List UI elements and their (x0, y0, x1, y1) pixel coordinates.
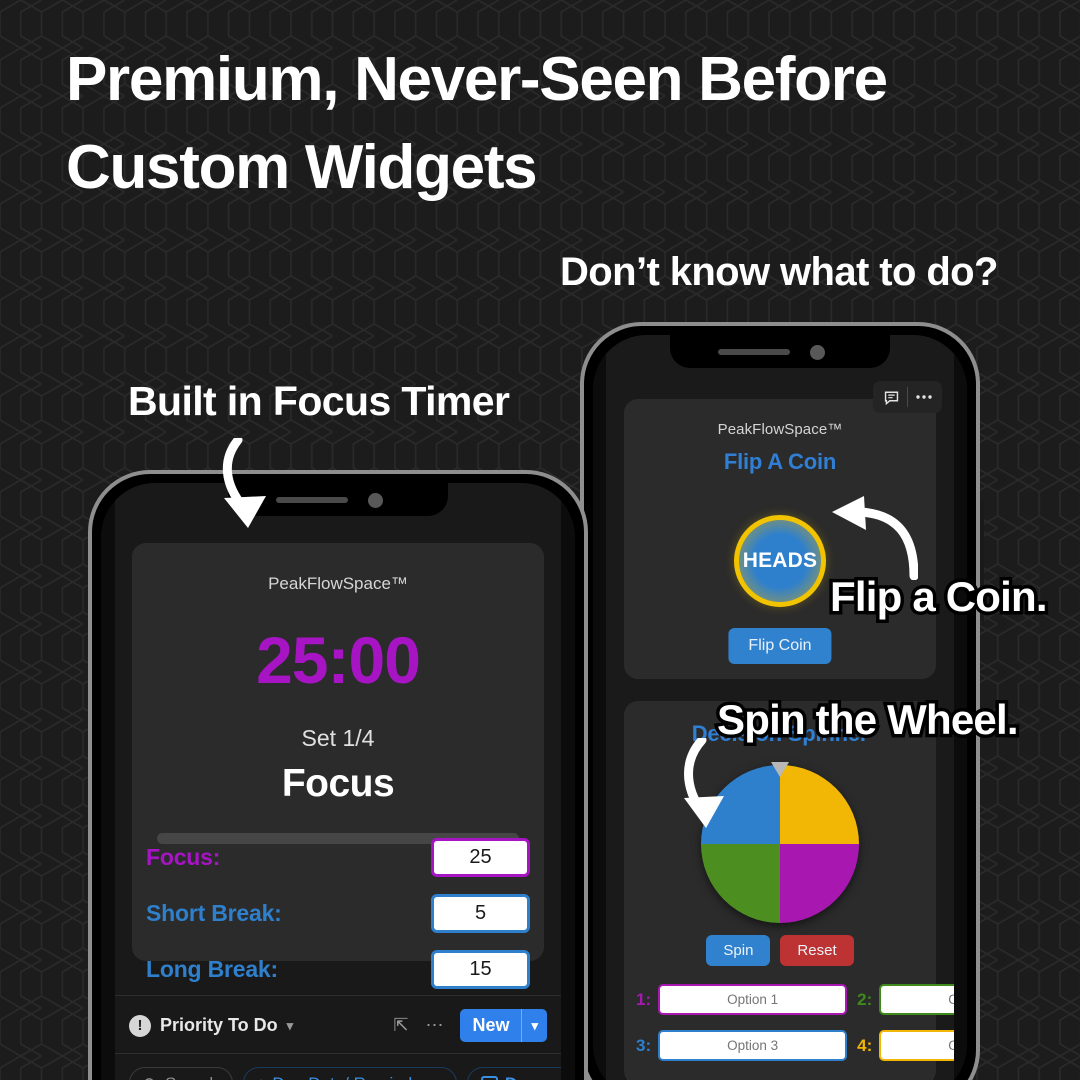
setting-input-short-break[interactable] (431, 894, 530, 933)
done-filter-value: : Unchecked (554, 1074, 561, 1080)
more-options-icon[interactable]: ⋯ (425, 1015, 443, 1036)
search-label: Search (165, 1074, 219, 1080)
earpiece-speaker (276, 497, 348, 503)
callout-spin-the-wheel: Spin the Wheel. (714, 693, 1022, 747)
spinner-option-row: 4: (857, 1030, 954, 1061)
more-options-icon[interactable] (908, 384, 940, 410)
new-button[interactable]: New (460, 1009, 521, 1042)
setting-input-long-break[interactable] (431, 950, 530, 989)
sort-filter-label: Due Date/ Reminder (272, 1074, 427, 1080)
arrow-to-wheel-icon (684, 738, 724, 828)
spinner-option-row: 3: (636, 1030, 848, 1061)
spinner-option-row: 1: (636, 984, 848, 1015)
phone-bezel: PeakFlowSpace™ 25:00 Set 1/4 Focus Focus… (88, 470, 588, 1080)
setting-row-short-break: Short Break: (115, 894, 561, 933)
option-input-3[interactable] (658, 1030, 848, 1061)
arrow-down-icon: ↓ (257, 1074, 266, 1080)
spin-button[interactable]: Spin (706, 935, 771, 966)
headline-line-1: Premium, Never-Seen Before (66, 45, 888, 114)
coin-graphic[interactable]: HEADS (734, 515, 826, 607)
sort-filter-due-date[interactable]: ↓ Due Date/ Reminder ▾ (242, 1067, 457, 1080)
page-title: Premium, Never-Seen Before Custom Widget… (66, 36, 1026, 212)
phone-mockup-focus-timer: PeakFlowSpace™ 25:00 Set 1/4 Focus Focus… (88, 470, 588, 1080)
phone-body: PeakFlowSpace™ 25:00 Set 1/4 Focus Focus… (101, 483, 575, 1080)
database-header: ! Priority To Do ▾ ⇱ ⋯ New ▾ (115, 996, 561, 1054)
front-camera (368, 493, 383, 508)
screen-topbar (873, 381, 942, 413)
callout-flip-a-coin: Flip a Coin. (827, 570, 1052, 624)
done-filter-key: Done (505, 1074, 548, 1080)
search-icon (144, 1077, 154, 1080)
phone-notch (670, 335, 890, 368)
timer-set-counter: Set 1/4 (301, 725, 375, 751)
setting-label-long-break: Long Break: (146, 956, 278, 982)
earpiece-speaker (718, 349, 790, 355)
option-number-3: 3: (636, 1035, 652, 1055)
option-number-2: 2: (857, 989, 873, 1009)
phone-screen: PeakFlowSpace™ 25:00 Set 1/4 Focus Focus… (115, 483, 561, 1080)
decision-spinner-widget: Decision Spinner Spin Reset 1: Option 1 … (624, 701, 954, 1080)
checkbox-checked-icon: ✓ (480, 1075, 498, 1080)
setting-row-long-break: Long Break: (115, 950, 561, 989)
callout-dont-know: Don’t know what to do? (560, 250, 998, 294)
callout-built-in-focus-timer: Built in Focus Timer (128, 378, 510, 424)
setting-label-short-break: Short Break: (146, 900, 282, 926)
widget-brand: PeakFlowSpace™ (268, 574, 408, 593)
spinner-options-grid: 1: 2: 3: 4: (636, 984, 954, 1061)
search-input[interactable]: Search (129, 1067, 233, 1080)
comment-icon[interactable] (875, 384, 907, 410)
new-button-group[interactable]: New ▾ (460, 1009, 547, 1042)
chevron-down-icon[interactable]: ▾ (434, 1074, 443, 1080)
expand-icon[interactable]: ⇱ (393, 1015, 408, 1036)
arrow-to-timer-icon (222, 438, 266, 528)
reset-button[interactable]: Reset (780, 935, 854, 966)
coin-face-label: HEADS (742, 549, 818, 572)
database-filters: Search ↓ Due Date/ Reminder ▾ ✓ Done : U… (115, 1054, 561, 1080)
option-number-1: 1: (636, 989, 652, 1009)
arrow-to-coin-icon (832, 496, 918, 580)
chevron-down-icon[interactable]: ▾ (287, 1018, 294, 1034)
option-input-2[interactable] (879, 984, 954, 1015)
spinner-controls: Spin Reset (624, 935, 936, 966)
headline-line-2: Custom Widgets (66, 133, 538, 203)
option-number-4: 4: (857, 1035, 873, 1055)
new-button-chevron-down-icon[interactable]: ▾ (522, 1009, 547, 1042)
database-toolbar: ! Priority To Do ▾ ⇱ ⋯ New ▾ (115, 995, 561, 1080)
timer-settings: Focus: Short Break: Long Break: (115, 838, 561, 1006)
setting-input-focus[interactable] (431, 838, 530, 877)
front-camera (810, 345, 825, 360)
filter-done-unchecked[interactable]: ✓ Done : Unchecked (466, 1067, 561, 1080)
priority-gear-icon: ! (129, 1014, 151, 1037)
option-input-4[interactable] (879, 1030, 954, 1061)
spinner-pointer-icon (771, 762, 789, 777)
database-title-group[interactable]: ! Priority To Do ▾ (129, 1014, 294, 1037)
setting-row-focus: Focus: (115, 838, 561, 877)
spinner-option-row: 2: (857, 984, 954, 1015)
database-title: Priority To Do (160, 1015, 278, 1035)
setting-label-focus: Focus: (146, 844, 221, 870)
flip-coin-button[interactable]: Flip Coin (728, 628, 832, 664)
timer-phase-label: Focus (281, 762, 395, 805)
coin-widget-title: Flip A Coin (723, 449, 837, 474)
option-input-1[interactable] (658, 984, 848, 1015)
timer-countdown: 25:00 (256, 623, 421, 697)
